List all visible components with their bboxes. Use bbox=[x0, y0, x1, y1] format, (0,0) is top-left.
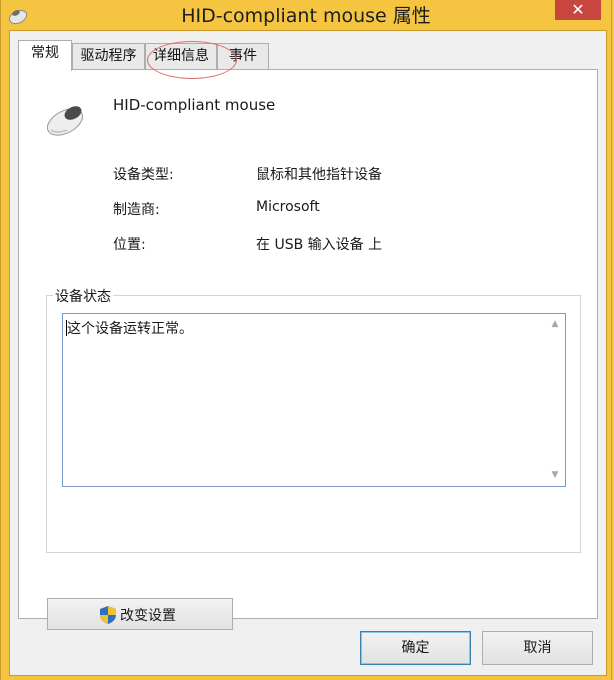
tab-driver[interactable]: 驱动程序 bbox=[72, 43, 145, 69]
general-tab-panel: HID-compliant mouse 设备类型: 鼠标和其他指针设备 制造商:… bbox=[18, 69, 598, 630]
ok-button[interactable]: 确定 bbox=[360, 631, 471, 665]
close-button[interactable]: ✕ bbox=[555, 0, 601, 20]
location-label: 位置: bbox=[113, 237, 146, 253]
manufacturer-value: Microsoft bbox=[256, 199, 320, 215]
tab-general[interactable]: 常规 bbox=[18, 40, 72, 71]
dialog-client-area: 常规 驱动程序 详细信息 事件 HID-compliant mouse 设备类型… bbox=[9, 30, 607, 676]
window-title: HID-compliant mouse 属性 bbox=[181, 5, 431, 27]
uac-shield-icon bbox=[100, 606, 116, 624]
tab-details[interactable]: 详细信息 bbox=[145, 43, 217, 69]
device-status-text: 这个设备运转正常。 bbox=[67, 321, 193, 337]
location-value: 在 USB 输入设备 上 bbox=[256, 237, 383, 253]
device-status-textbox[interactable]: 这个设备运转正常。 ▲ ▼ bbox=[62, 313, 566, 487]
properties-window: HID-compliant mouse 属性 ✕ 常规 驱动程序 详细信息 事件… bbox=[0, 0, 612, 680]
device-type-label: 设备类型: bbox=[113, 167, 174, 183]
device-status-title: 设备状态 bbox=[53, 286, 113, 306]
scroll-up-arrow-icon[interactable]: ▲ bbox=[547, 317, 563, 331]
device-name: HID-compliant mouse bbox=[113, 96, 276, 114]
mouse-icon bbox=[46, 106, 84, 136]
tab-events[interactable]: 事件 bbox=[217, 43, 269, 69]
change-settings-button[interactable]: 改变设置 bbox=[47, 598, 233, 630]
scroll-down-arrow-icon[interactable]: ▼ bbox=[547, 468, 563, 482]
title-bar[interactable]: HID-compliant mouse 属性 ✕ bbox=[1, 0, 611, 30]
cancel-button[interactable]: 取消 bbox=[482, 631, 593, 665]
device-type-value: 鼠标和其他指针设备 bbox=[256, 167, 382, 183]
change-settings-label: 改变设置 bbox=[120, 608, 176, 624]
manufacturer-label: 制造商: bbox=[113, 202, 160, 218]
